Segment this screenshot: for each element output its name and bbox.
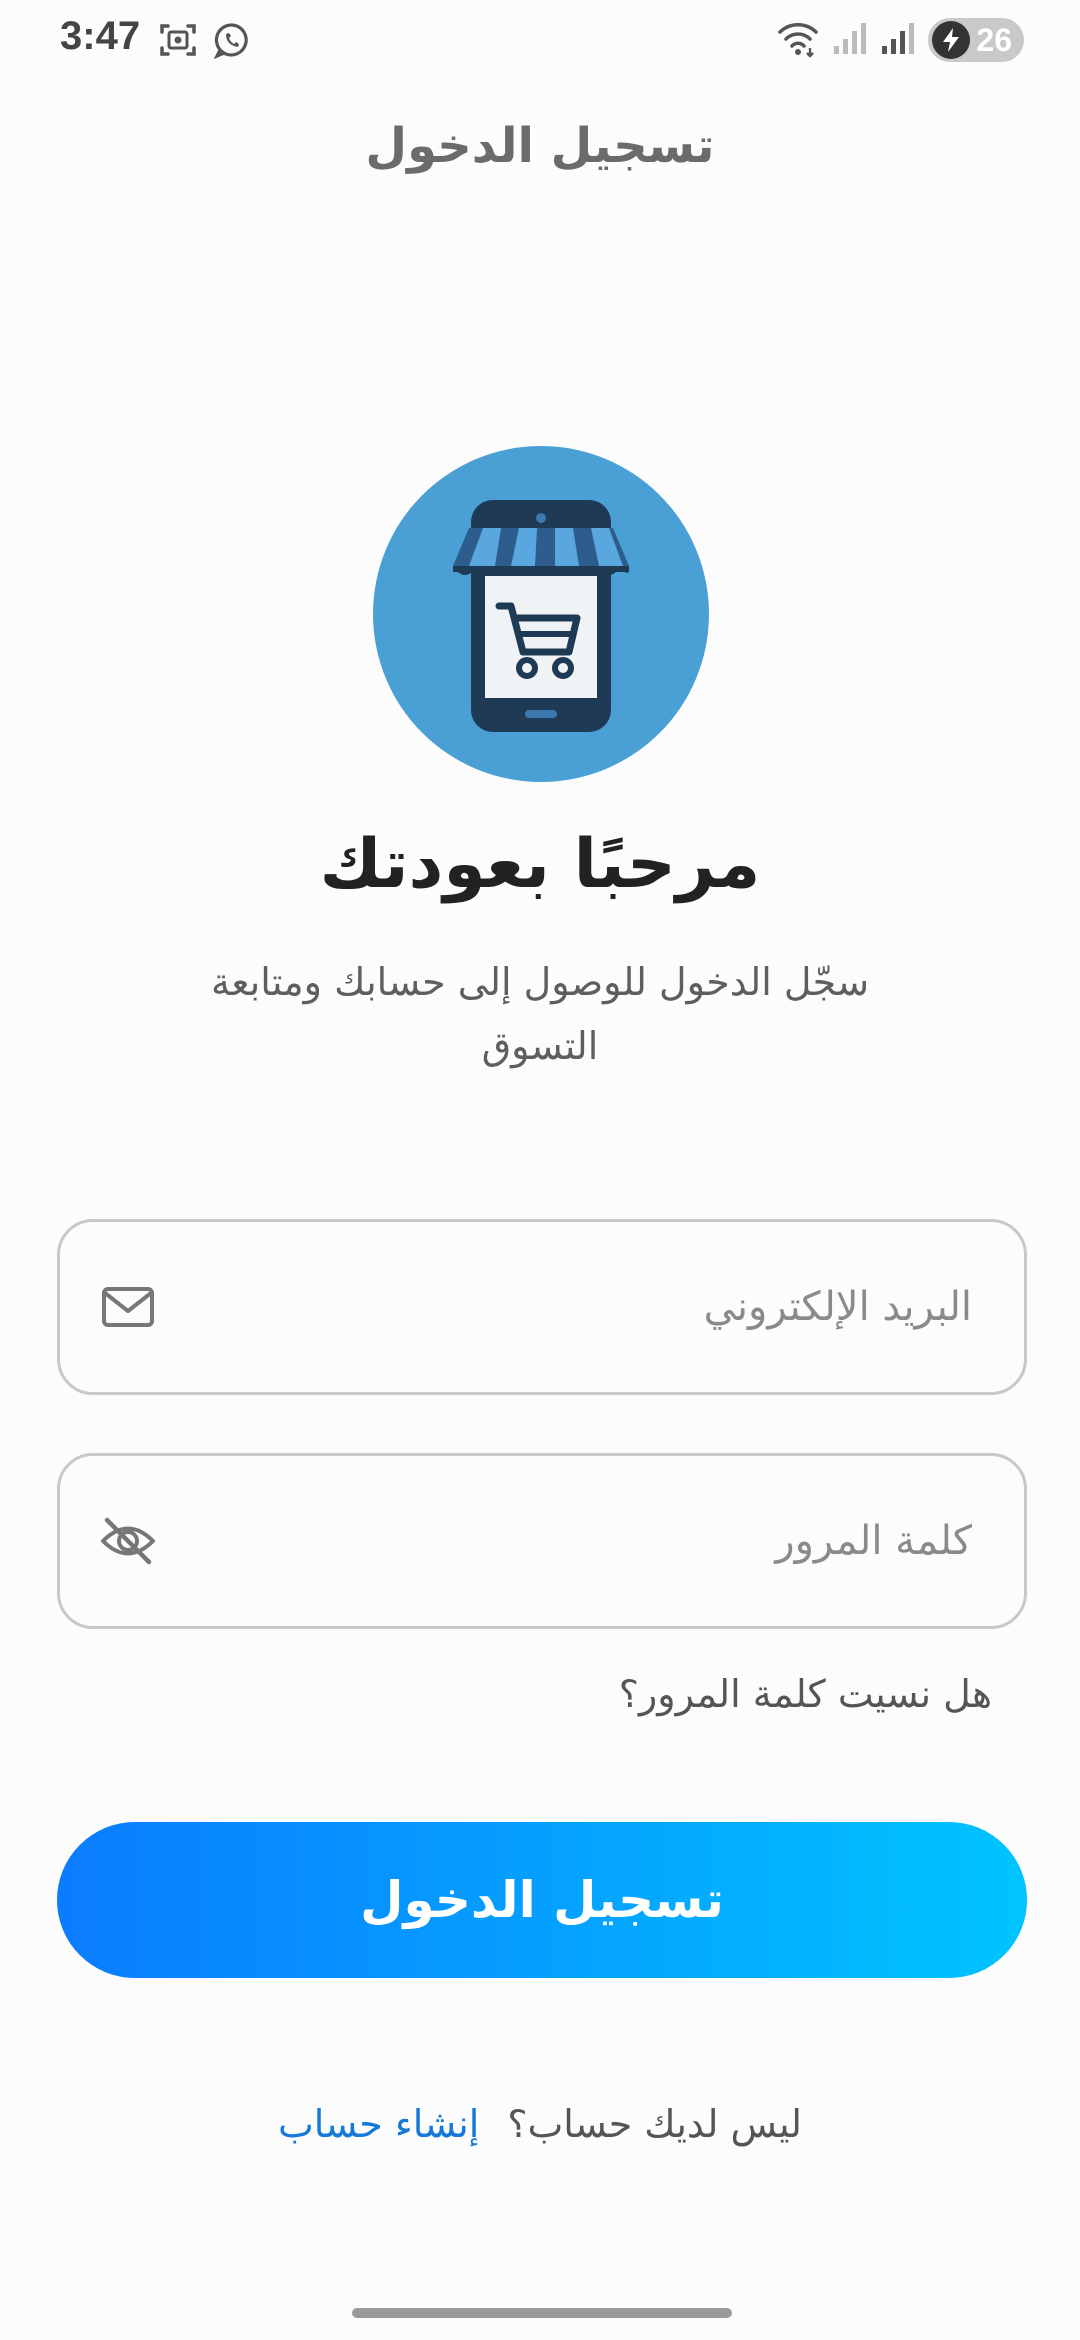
email-field[interactable] bbox=[57, 1219, 1027, 1395]
login-button[interactable]: تسجيل الدخول bbox=[57, 1822, 1027, 1978]
create-account-link[interactable]: إنشاء حساب bbox=[278, 2102, 479, 2146]
screenshot-icon bbox=[158, 20, 198, 64]
notification-icons bbox=[158, 20, 252, 64]
password-input[interactable] bbox=[212, 1456, 972, 1626]
home-indicator[interactable] bbox=[352, 2308, 732, 2318]
email-input[interactable] bbox=[212, 1222, 972, 1392]
login-screen: 3:47 26 تسجيل الدخول مرحبًا بعودتك سجّل … bbox=[0, 0, 1080, 2340]
whatsapp-icon bbox=[212, 20, 252, 64]
status-bar: 3:47 26 bbox=[0, 0, 1080, 84]
page-title: تسجيل الدخول bbox=[365, 118, 715, 174]
battery-level: 26 bbox=[976, 21, 1012, 58]
signal-icon bbox=[880, 20, 916, 60]
signup-prompt: ليس لديك حساب؟ bbox=[507, 2102, 802, 2146]
welcome-heading: مرحبًا بعودتك bbox=[319, 825, 761, 904]
welcome-subtitle: سجّل الدخول للوصول إلى حسابك ومتابعة الت… bbox=[210, 960, 870, 1068]
status-time: 3:47 bbox=[60, 14, 141, 58]
forgot-password-link[interactable]: هل نسيت كلمة المرور؟ bbox=[619, 1672, 992, 1716]
password-field[interactable] bbox=[57, 1453, 1027, 1629]
wifi-icon bbox=[776, 18, 820, 62]
signup-row: ليس لديك حساب؟ إنشاء حساب bbox=[0, 2102, 1080, 2146]
system-icons: 26 bbox=[776, 18, 1024, 62]
mail-icon bbox=[98, 1277, 158, 1337]
shopping-store-phone-icon bbox=[373, 446, 709, 782]
battery-indicator: 26 bbox=[928, 18, 1024, 62]
signal-icon bbox=[832, 20, 868, 60]
charging-icon bbox=[932, 21, 971, 59]
eye-off-icon[interactable] bbox=[98, 1511, 158, 1571]
